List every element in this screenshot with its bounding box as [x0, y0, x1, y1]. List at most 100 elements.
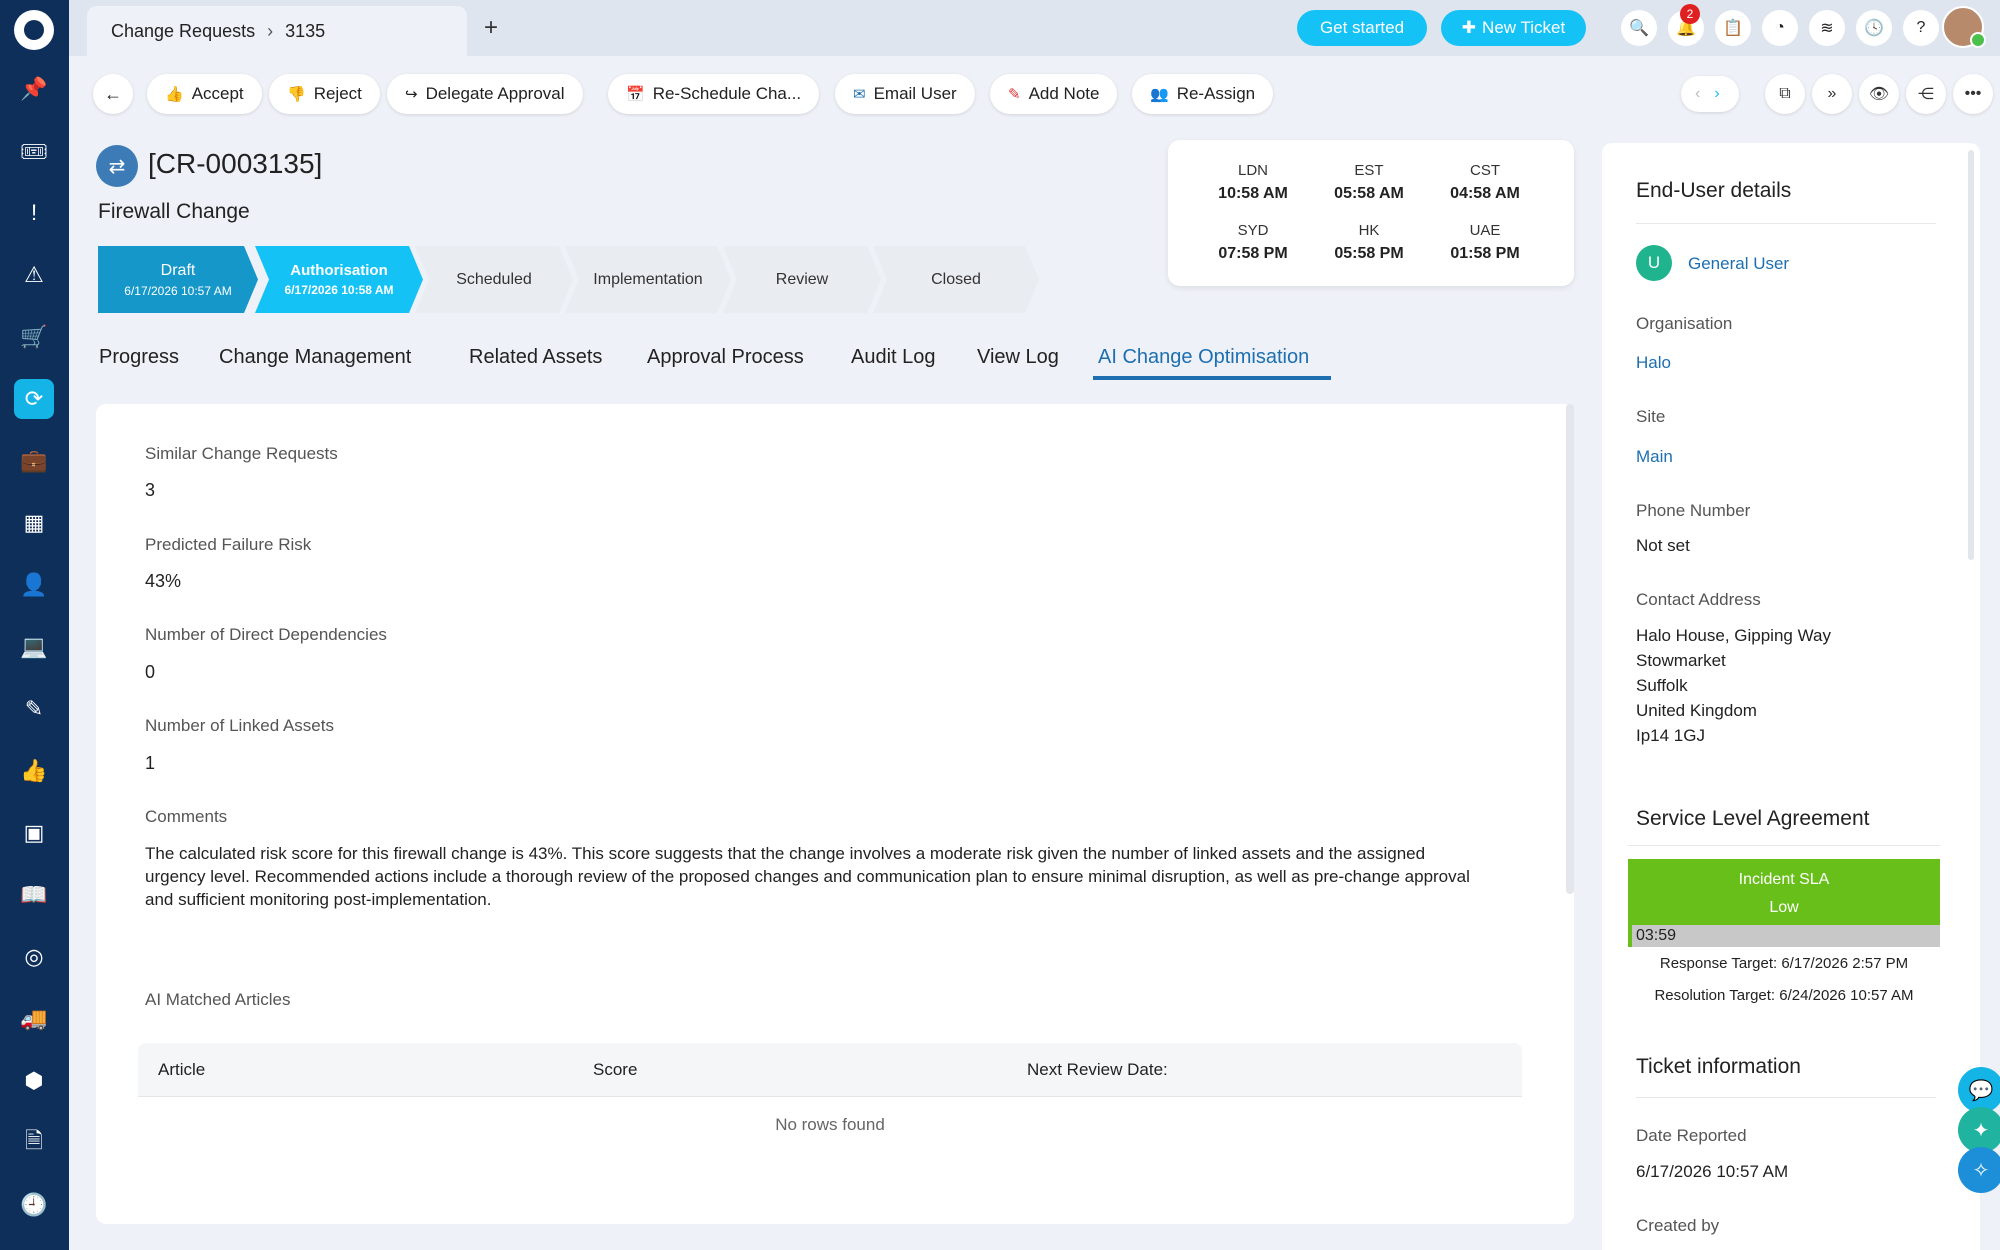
organisation-label: Organisation	[1636, 314, 1733, 333]
box-icon[interactable]: ▣	[14, 813, 54, 853]
open-external-icon[interactable]: ⧉	[1765, 74, 1805, 114]
col-article[interactable]: Article	[158, 1060, 205, 1080]
app-logo[interactable]	[14, 10, 54, 50]
stage-implementation[interactable]: Implementation	[565, 246, 731, 313]
new-ticket-label: New Ticket	[1482, 18, 1566, 37]
active-tab-indicator	[1093, 376, 1331, 380]
organisation-link[interactable]: Halo	[1636, 353, 1671, 373]
cart-icon[interactable]: 🛒	[14, 317, 54, 357]
dashboard-icon[interactable]: ◔	[1762, 10, 1798, 46]
reassign-button[interactable]: 👥 Re-Assign	[1132, 74, 1274, 114]
site-link[interactable]: Main	[1636, 447, 1673, 467]
similar-requests-value: 3	[145, 480, 156, 500]
exclamation-icon[interactable]: !	[14, 193, 54, 233]
tab-ai-change-optimisation[interactable]: AI Change Optimisation	[1098, 346, 1309, 369]
envelope-icon: ✉	[853, 86, 866, 103]
disc-icon[interactable]: ◎	[14, 937, 54, 977]
bell-icon[interactable]: 🔔 2	[1668, 4, 1704, 46]
breadcrumb-id: 3135	[285, 20, 326, 41]
breadcrumb-section[interactable]: Change Requests	[111, 21, 255, 42]
get-started-button[interactable]: Get started	[1297, 10, 1427, 46]
phone-label: Phone Number	[1636, 501, 1751, 520]
main-scrollbar[interactable]	[1566, 404, 1574, 894]
sla-heading: Service Level Agreement	[1636, 807, 1870, 830]
plus-icon: ✚	[1461, 18, 1477, 37]
stage-name: Authorisation	[290, 262, 388, 279]
stage-date: 6/17/2026 10:57 AM	[124, 283, 232, 298]
warning-icon[interactable]: ⚠	[14, 255, 54, 295]
user-icon[interactable]: 👤	[14, 565, 54, 605]
share-icon[interactable]: ⋲	[1906, 74, 1946, 114]
new-ticket-button[interactable]: ✚ New Ticket	[1441, 10, 1586, 46]
help-icon[interactable]: ?	[1903, 10, 1939, 46]
edit-icon[interactable]: ✎	[14, 689, 54, 729]
dependencies-label: Number of Direct Dependencies	[145, 625, 387, 644]
calendar-icon[interactable]: ▦	[14, 503, 54, 543]
clock-zone: SYD	[1237, 222, 1269, 239]
reject-button[interactable]: 👎 Reject	[269, 74, 380, 114]
document-icon[interactable]: 🗎	[14, 1123, 54, 1163]
tab-view-log[interactable]: View Log	[977, 346, 1059, 369]
clock-cst: CST 04:58 AM	[1430, 162, 1540, 203]
search-icon[interactable]: 🔍	[1621, 10, 1657, 46]
user-avatar[interactable]	[1942, 6, 1986, 48]
end-user-link[interactable]: General User	[1688, 254, 1789, 274]
ticket-id: [CR-0003135]	[148, 148, 323, 179]
book-icon[interactable]: 📖	[14, 875, 54, 915]
col-score[interactable]: Score	[593, 1060, 637, 1080]
chevron-right-icon[interactable]: ›	[1714, 85, 1719, 103]
col-next-review-date[interactable]: Next Review Date:	[1027, 1060, 1168, 1080]
right-panel-scrollbar[interactable]	[1968, 150, 1974, 560]
breadcrumb[interactable]: Change Requests › 3135	[87, 6, 467, 56]
phone-value: Not set	[1636, 536, 1690, 555]
stage-name: Closed	[931, 270, 981, 288]
stage-date: 6/17/2026 10:58 AM	[284, 283, 394, 297]
sla-time-remaining: 03:59	[1636, 927, 1677, 944]
stage-scheduled[interactable]: Scheduled	[415, 246, 573, 313]
ai-assistant-icon[interactable]: ✧	[1958, 1147, 2000, 1193]
stage-closed[interactable]: Closed	[873, 246, 1039, 313]
chevron-left-icon[interactable]: ‹	[1695, 85, 1700, 103]
table-header: Article Score Next Review Date:	[138, 1043, 1522, 1097]
eye-icon[interactable]: 👁	[1859, 74, 1899, 114]
change-icon[interactable]: ⟳	[14, 379, 54, 419]
cube-icon[interactable]: ⬢	[14, 1061, 54, 1101]
clock-uae: UAE 01:58 PM	[1430, 222, 1540, 263]
tab-progress[interactable]: Progress	[99, 346, 179, 369]
accept-button[interactable]: 👍 Accept	[147, 74, 262, 114]
new-tab-button[interactable]: +	[484, 14, 498, 42]
note-label: Add Note	[1028, 84, 1100, 103]
laptop-icon[interactable]: 💻	[14, 627, 54, 667]
ticket-icon[interactable]: 🎟	[14, 132, 54, 172]
rss-icon[interactable]: ≋	[1809, 10, 1845, 46]
clock-zone: LDN	[1237, 162, 1268, 179]
double-chevron-icon[interactable]: »	[1812, 74, 1852, 114]
prev-next-nav[interactable]: ‹ ›	[1681, 76, 1739, 112]
dependencies-value: 0	[145, 662, 156, 682]
pin-icon[interactable]: 📌	[14, 69, 54, 109]
clock-icon[interactable]: 🕘	[14, 1185, 54, 1225]
email-user-button[interactable]: ✉ Email User	[835, 74, 975, 114]
history-icon[interactable]: 🕓	[1856, 10, 1892, 46]
back-button[interactable]: ←	[93, 74, 133, 114]
tab-approval-process[interactable]: Approval Process	[647, 346, 804, 369]
stage-draft[interactable]: Draft 6/17/2026 10:57 AM	[98, 246, 258, 313]
delegate-approval-button[interactable]: ↪ Delegate Approval	[387, 74, 583, 114]
truck-icon[interactable]: 🚚	[14, 999, 54, 1039]
response-target: Response Target: 6/17/2026 2:57 PM	[1659, 955, 1909, 972]
stage-review[interactable]: Review	[723, 246, 881, 313]
tab-audit-log[interactable]: Audit Log	[851, 346, 936, 369]
thumbs-up-icon[interactable]: 👍	[14, 751, 54, 791]
clock-ldn: LDN 10:58 AM	[1198, 162, 1308, 203]
stage-authorisation[interactable]: Authorisation 6/17/2026 10:58 AM	[255, 246, 423, 313]
reschedule-button[interactable]: 📅 Re-Schedule Cha...	[608, 74, 820, 114]
sla-progress-bar: 03:59	[1628, 925, 1940, 947]
clipboard-icon[interactable]: 📋	[1715, 10, 1751, 46]
tab-related-assets[interactable]: Related Assets	[469, 346, 602, 369]
briefcase-icon[interactable]: 💼	[14, 441, 54, 481]
add-note-button[interactable]: ✎ Add Note	[990, 74, 1118, 114]
tab-change-management[interactable]: Change Management	[219, 346, 411, 369]
failure-risk-value: 43%	[145, 571, 182, 591]
more-icon[interactable]: •••	[1953, 74, 1993, 114]
address-line: Ip14 1GJ	[1636, 726, 1705, 745]
